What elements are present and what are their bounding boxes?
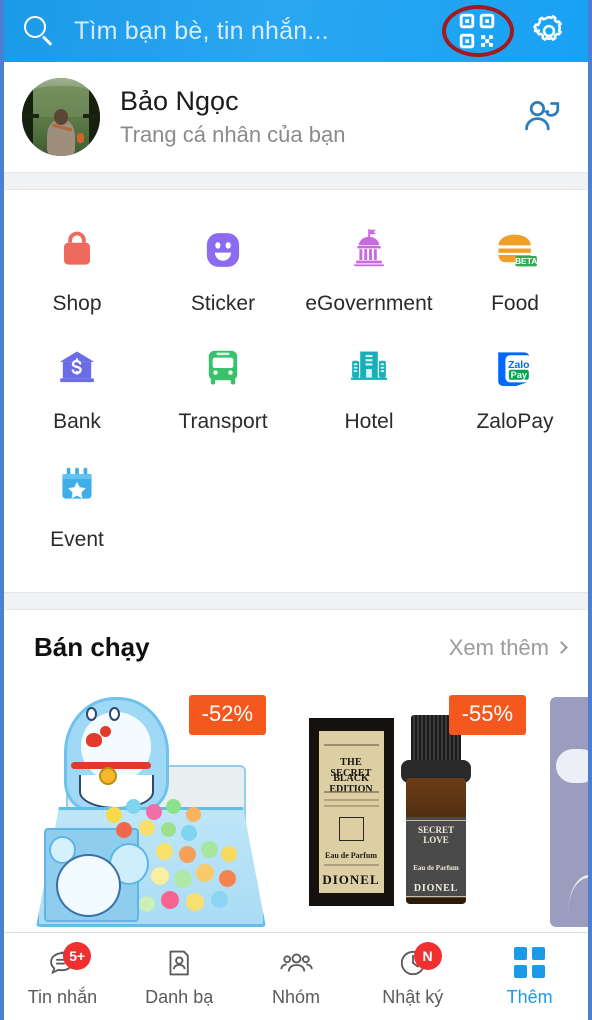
- discount-badge: -55%: [448, 695, 526, 735]
- see-more-label: Xem thêm: [448, 634, 549, 660]
- nav-item-more[interactable]: Thêm: [471, 946, 588, 1008]
- product-card-perfume[interactable]: THE SECRET BLACK EDITION Eau de Parfum D…: [286, 681, 536, 943]
- burger-icon: BETA: [489, 224, 541, 276]
- app-cell-empty: [296, 448, 442, 566]
- app-item-transport[interactable]: Transport: [150, 330, 296, 448]
- nav-item-groups[interactable]: Nhóm: [238, 946, 355, 1008]
- profile-name: Bảo Ngọc: [120, 86, 239, 117]
- app-cell-empty: [150, 448, 296, 566]
- qr-code-button[interactable]: [442, 5, 514, 57]
- app-label: Transport: [178, 410, 268, 433]
- discount-badge: -52%: [188, 695, 266, 735]
- bank-icon: [51, 342, 103, 394]
- app-item-sticker[interactable]: Sticker: [150, 212, 296, 330]
- profile-text: Bảo Ngọc Trang cá nhân của bạn: [100, 86, 520, 147]
- app-cell-empty: [442, 448, 588, 566]
- app-item-zalopay[interactable]: Zalo Pay ZaloPay: [442, 330, 588, 448]
- header-actions: [442, 5, 574, 57]
- see-more-button[interactable]: Xem thêm: [448, 634, 568, 661]
- app-item-food[interactable]: BETA Food: [442, 212, 588, 330]
- contact-card-icon: [159, 946, 199, 980]
- group-people-icon: [276, 946, 316, 980]
- bottom-navigation: 5+ Tin nhắn Danh bạ Nhóm N Nhật ký Thêm: [4, 932, 588, 1020]
- app-item-event[interactable]: Event: [4, 448, 150, 566]
- perfume-box-brand: DIONEL: [322, 872, 380, 888]
- perfume-bottle-line-2: Eau de Parfum: [413, 864, 459, 873]
- app-label: Event: [50, 528, 104, 551]
- svg-text:BETA: BETA: [515, 256, 537, 266]
- hotel-building-icon: [343, 342, 395, 394]
- zalopay-logo-icon: Zalo Pay: [489, 342, 541, 394]
- app-grid: Shop Sticker eGovernment BETA Food Bank …: [4, 190, 588, 592]
- chat-bubble-icon: 5+: [42, 941, 92, 980]
- grid-icon: [510, 946, 550, 980]
- product-carousel[interactable]: -52% THE SECRET BLACK EDITION Eau de Par…: [4, 681, 588, 943]
- product-card-earphone[interactable]: [546, 681, 588, 943]
- shopping-bag-icon: [51, 224, 103, 276]
- app-label: Shop: [52, 292, 102, 315]
- nav-label: Danh bạ: [145, 986, 214, 1007]
- bus-icon: [197, 342, 249, 394]
- app-label: ZaloPay: [476, 410, 554, 433]
- nav-label: Nhật ký: [382, 986, 444, 1007]
- profile-subtitle: Trang cá nhân của bạn: [120, 121, 346, 147]
- nav-item-messages[interactable]: 5+ Tin nhắn: [4, 941, 121, 1008]
- smiley-face-icon: [197, 224, 249, 276]
- nav-label: Thêm: [506, 986, 553, 1007]
- nav-item-diary[interactable]: N Nhật ký: [354, 941, 471, 1008]
- perfume-box-line-3: Eau de Parfum: [325, 851, 377, 861]
- svg-text:Pay: Pay: [511, 370, 528, 380]
- profile-row[interactable]: Bảo Ngọc Trang cá nhân của bạn: [4, 62, 588, 172]
- top-header: Tìm bạn bè, tin nhắn...: [4, 0, 588, 62]
- perfume-bottle-line-1: SECRET LOVE: [417, 825, 454, 846]
- calendar-star-icon: [51, 460, 103, 512]
- app-label: eGovernment: [305, 292, 433, 315]
- chevron-right-icon: [555, 641, 568, 654]
- app-label: Food: [491, 292, 539, 315]
- search-icon[interactable]: [22, 14, 56, 48]
- section-divider-2: [4, 592, 588, 610]
- app-label: Bank: [53, 410, 101, 433]
- nav-label: Tin nhắn: [27, 986, 98, 1007]
- best-selling-header: Bán chạy Xem thêm: [4, 610, 588, 681]
- app-item-shop[interactable]: Shop: [4, 212, 150, 330]
- message-badge: 5+: [63, 941, 92, 970]
- qr-code-icon: [459, 13, 495, 49]
- clock-icon: N: [393, 941, 442, 980]
- app-item-egovernment[interactable]: eGovernment: [296, 212, 442, 330]
- app-item-bank[interactable]: Bank: [4, 330, 150, 448]
- government-building-icon: [343, 224, 395, 276]
- switch-account-icon: [525, 101, 560, 131]
- switch-account-button[interactable]: [520, 94, 566, 140]
- app-label: Hotel: [344, 410, 394, 433]
- nav-item-contacts[interactable]: Danh bạ: [121, 946, 238, 1008]
- nav-label: Nhóm: [271, 986, 320, 1007]
- page-title: Bán chạy: [34, 632, 150, 662]
- app-row-2: Bank Transport Hotel Zalo Pay ZaloPay: [4, 330, 588, 448]
- diary-badge: N: [413, 941, 442, 970]
- app-row-3: Event: [4, 448, 588, 566]
- settings-button[interactable]: [530, 12, 568, 50]
- product-card-ball-pit[interactable]: -52%: [26, 681, 276, 943]
- earphone-image: [546, 681, 588, 943]
- section-divider: [4, 172, 588, 190]
- app-screen: Tìm bạn bè, tin nhắn... Bảo Ngọc Trang c…: [0, 0, 592, 1020]
- perfume-bottle-brand: DIONEL: [413, 882, 459, 894]
- app-label: Sticker: [190, 292, 256, 315]
- search-input[interactable]: Tìm bạn bè, tin nhắn...: [56, 17, 450, 46]
- avatar[interactable]: [22, 78, 100, 156]
- app-item-hotel[interactable]: Hotel: [296, 330, 442, 448]
- gear-icon: [533, 15, 562, 41]
- app-row-1: Shop Sticker eGovernment BETA Food: [4, 212, 588, 330]
